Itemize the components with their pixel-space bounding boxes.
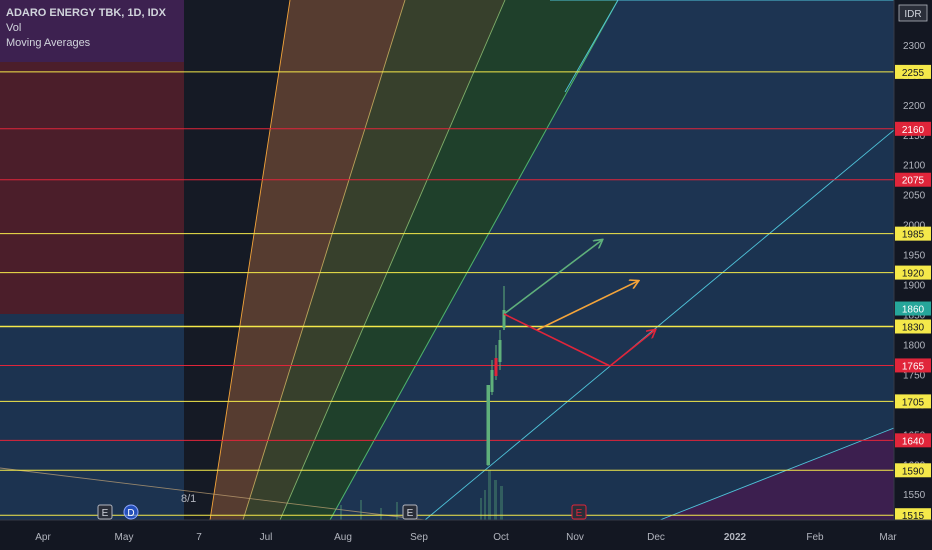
level-label-2075: 2075: [902, 176, 925, 187]
time-tick: Dec: [647, 532, 665, 543]
earnings-marker-upcoming[interactable]: E: [571, 504, 587, 520]
svg-text:IDR: IDR: [904, 9, 921, 20]
level-label-1765: 1765: [902, 361, 925, 372]
svg-text:D: D: [127, 508, 134, 519]
time-tick: Sep: [410, 532, 428, 543]
zone-red-left: [0, 62, 184, 314]
volume-indicator-label[interactable]: Vol: [6, 21, 166, 36]
price-tick-2300: 2300: [903, 41, 926, 52]
price-tick-1950: 1950: [903, 251, 926, 262]
earnings-marker-2[interactable]: E: [402, 504, 418, 520]
svg-text:E: E: [576, 508, 583, 519]
svg-text:E: E: [407, 508, 414, 519]
level-label-1830: 1830: [902, 322, 925, 333]
level-label-2160: 2160: [902, 125, 925, 136]
earnings-marker-1[interactable]: E: [97, 504, 113, 520]
time-axis[interactable]: Apr May 7 Jul Aug Sep Oct Nov Dec 2022 Feb Mar: [0, 519, 932, 550]
level-label-2255: 2255: [902, 68, 925, 79]
time-tick: Aug: [334, 532, 352, 543]
time-tick: 7: [196, 532, 202, 543]
current-price-label: 1860: [902, 305, 925, 316]
price-tick-2200: 2200: [903, 101, 926, 112]
time-tick: May: [115, 532, 134, 543]
time-tick: Nov: [566, 532, 584, 543]
zone-blue-left: [0, 314, 184, 520]
time-tick: Jul: [260, 532, 273, 543]
time-tick: 2022: [724, 532, 747, 543]
price-axis[interactable]: 1550160016501700175018001850190019502000…: [893, 0, 932, 550]
svg-text:E: E: [102, 508, 109, 519]
price-tick-1900: 1900: [903, 281, 926, 292]
time-tick: Apr: [35, 532, 51, 543]
price-tick-2050: 2050: [903, 191, 926, 202]
annotation-label: 8/1: [181, 493, 196, 505]
currency-badge: IDR: [898, 4, 928, 22]
time-tick: Feb: [806, 532, 824, 543]
chart-legend: ADARO ENERGY TBK, 1D, IDX Vol Moving Ave…: [6, 6, 166, 51]
dividend-marker[interactable]: D: [123, 504, 139, 520]
time-tick: Oct: [493, 532, 509, 543]
level-label-1920: 1920: [902, 269, 925, 280]
price-tick-1550: 1550: [903, 490, 926, 501]
candle-big-up: [486, 385, 490, 465]
price-tick-1800: 1800: [903, 340, 926, 351]
level-label-1705: 1705: [902, 397, 925, 408]
price-tick-2100: 2100: [903, 161, 926, 172]
price-chart[interactable]: 8/1 E D E E 1550160016501700175018001850…: [0, 0, 932, 550]
level-label-1985: 1985: [902, 230, 925, 241]
time-tick: Mar: [879, 532, 897, 543]
level-label-1640: 1640: [902, 436, 925, 447]
moving-averages-indicator-label[interactable]: Moving Averages: [6, 36, 166, 51]
symbol-title[interactable]: ADARO ENERGY TBK, 1D, IDX: [6, 6, 166, 21]
level-label-1590: 1590: [902, 466, 925, 477]
